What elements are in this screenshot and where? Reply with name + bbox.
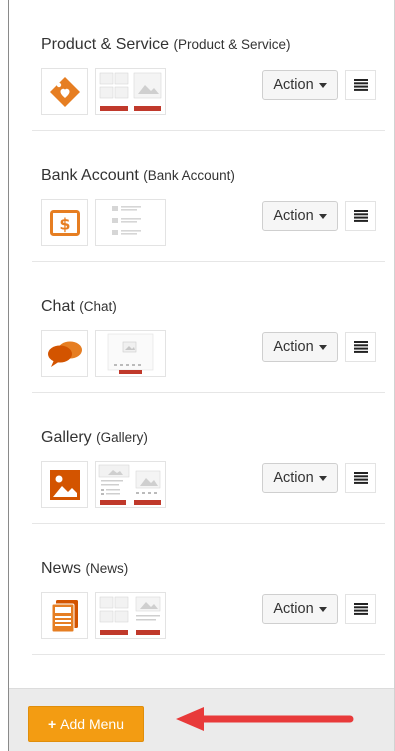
action-dropdown-button[interactable]: Action <box>262 594 338 624</box>
drag-handle[interactable] <box>345 70 376 100</box>
caret-down-icon <box>318 475 327 481</box>
action-dropdown-button[interactable]: Action <box>262 463 338 493</box>
caret-down-icon <box>318 82 327 88</box>
menu-item-title: Product & Service (Product & Service) <box>41 36 291 54</box>
menu-item-name: Bank Account <box>41 167 139 184</box>
menu-item-name: Chat <box>41 298 75 315</box>
add-menu-button[interactable]: + Add Menu <box>28 706 144 742</box>
gallery-thumbnail[interactable] <box>95 461 166 508</box>
tag-heart-icon[interactable] <box>41 68 88 115</box>
image-icon[interactable] <box>41 461 88 508</box>
caret-down-icon <box>318 344 327 350</box>
action-label: Action <box>273 470 314 486</box>
product-thumbnail[interactable] <box>95 68 166 115</box>
hamburger-icon <box>353 341 368 353</box>
menu-item-subtitle: (Gallery) <box>96 430 148 445</box>
menu-item-name: News <box>41 560 82 577</box>
hamburger-icon <box>353 472 368 484</box>
svg-text:$: $ <box>59 214 70 233</box>
menu-item-news: News (News) Action <box>32 524 385 655</box>
bank-thumbnail[interactable] <box>95 199 166 246</box>
action-label: Action <box>273 208 314 224</box>
plus-icon: + <box>47 716 57 732</box>
caret-down-icon <box>318 213 327 219</box>
menu-item-title: Bank Account (Bank Account) <box>41 167 235 185</box>
menu-item-name: Gallery <box>41 429 92 446</box>
chat-bubbles-icon[interactable] <box>41 330 88 377</box>
hamburger-icon <box>353 79 368 91</box>
menu-item-subtitle: (Bank Account) <box>143 168 235 183</box>
menu-item-product-service: Product & Service (Product & Service) Ac… <box>32 0 385 131</box>
menu-item-chat: Chat (Chat) Action <box>32 262 385 393</box>
red-arrow-annotation <box>176 707 354 731</box>
caret-down-icon <box>318 606 327 612</box>
drag-handle[interactable] <box>345 201 376 231</box>
action-label: Action <box>273 339 314 355</box>
action-dropdown-button[interactable]: Action <box>262 332 338 362</box>
newspaper-icon[interactable] <box>41 592 88 639</box>
action-dropdown-button[interactable]: Action <box>262 70 338 100</box>
hamburger-icon <box>353 603 368 615</box>
menu-item-subtitle: (News) <box>85 561 129 576</box>
drag-handle[interactable] <box>345 594 376 624</box>
add-menu-label: Add Menu <box>60 716 124 732</box>
drag-handle[interactable] <box>345 332 376 362</box>
menu-panel: Product & Service (Product & Service) Ac… <box>8 0 395 751</box>
menu-item-gallery: Gallery (Gallery) Action <box>32 393 385 524</box>
drag-handle[interactable] <box>345 463 376 493</box>
menu-item-bank-account: Bank Account (Bank Account) $ Action <box>32 131 385 262</box>
menu-item-subtitle: (Product & Service) <box>173 37 291 52</box>
news-thumbnail[interactable] <box>95 592 166 639</box>
menu-item-name: Product & Service <box>41 36 170 53</box>
bank-dollar-icon[interactable]: $ <box>41 199 88 246</box>
menu-item-title: News (News) <box>41 560 128 578</box>
action-label: Action <box>273 77 314 93</box>
chat-thumbnail[interactable] <box>95 330 166 377</box>
action-label: Action <box>273 601 314 617</box>
panel-footer: + Add Menu <box>9 688 394 751</box>
menu-item-title: Gallery (Gallery) <box>41 429 148 447</box>
menu-item-title: Chat (Chat) <box>41 298 117 316</box>
action-dropdown-button[interactable]: Action <box>262 201 338 231</box>
hamburger-icon <box>353 210 368 222</box>
menu-item-subtitle: (Chat) <box>79 299 117 314</box>
